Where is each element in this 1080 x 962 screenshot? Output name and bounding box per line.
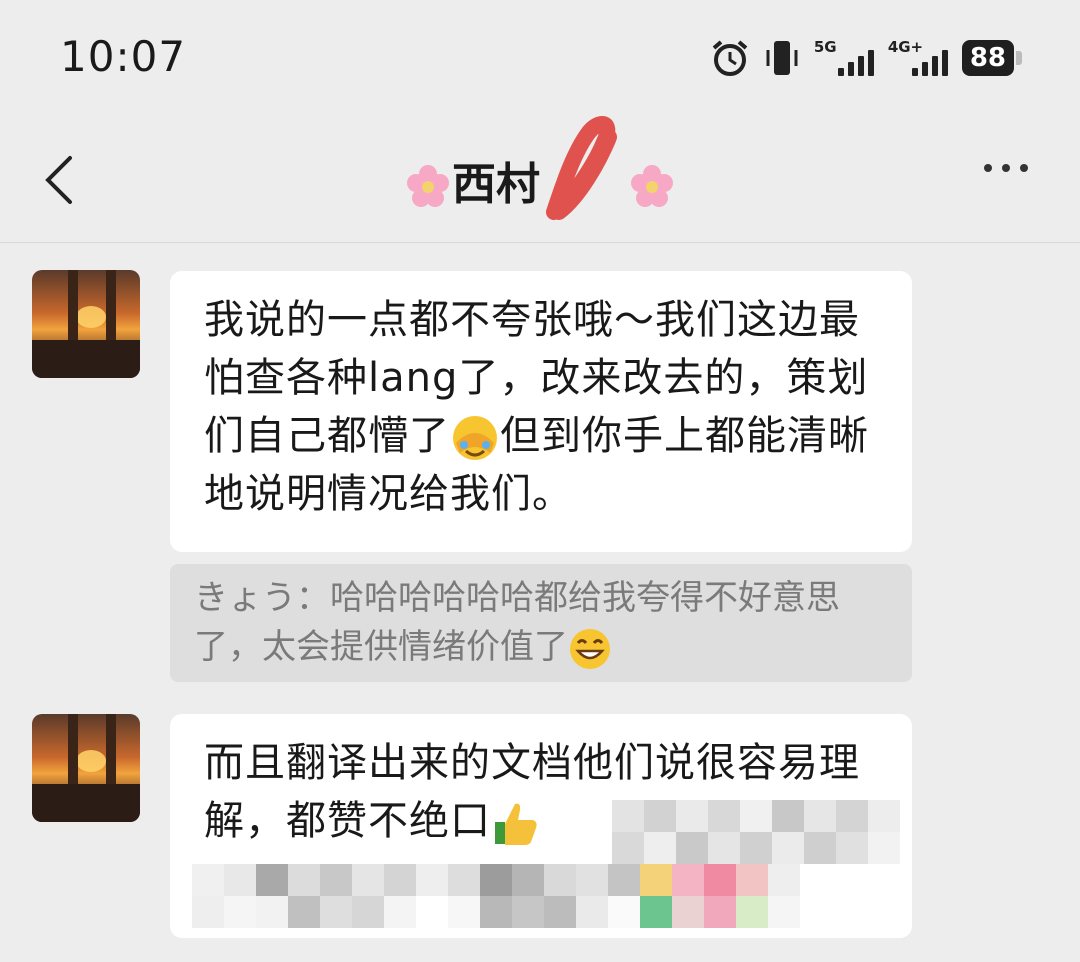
pixelated-redaction [192, 864, 832, 928]
quoted-message[interactable]: きょう：哈哈哈哈哈哈都给我夸得不好意思了，太会提供情绪价值了 [170, 564, 912, 682]
thumbs-up-emoji [495, 803, 537, 845]
signal-icon-5g: 5G [814, 38, 874, 78]
vibrate-icon [766, 41, 798, 75]
signal-icon-4g: 4G+ [888, 38, 948, 78]
pixelated-redaction [612, 800, 900, 864]
battery-icon: 88 [961, 40, 1022, 76]
status-time: 10:07 [60, 32, 187, 81]
chat-title-text: 西村 [452, 159, 540, 210]
chat-header: 西村 [0, 116, 1080, 243]
face-palm-emoji [453, 416, 497, 460]
message-bubble[interactable]: 我说的一点都不夸张哦～我们这边最怕查各种lang了，改来改去的，策划们自己都懵了… [170, 271, 912, 552]
status-bar: 10:07 5G 4G+ 88 [0, 0, 1080, 118]
quote-separator: ： [296, 578, 330, 618]
avatar[interactable] [32, 714, 140, 822]
status-icons: 5G 4G+ 88 [710, 38, 1022, 78]
chat-title: 西村 [0, 116, 1080, 222]
alarm-icon [712, 40, 748, 76]
quote-author: きょう [194, 578, 296, 618]
battery-level: 88 [961, 40, 1014, 76]
cherry-blossom-icon [407, 165, 449, 207]
grinning-emoji [570, 628, 610, 669]
cherry-blossom-icon [631, 165, 673, 207]
avatar[interactable] [32, 270, 140, 378]
redaction-scribble [546, 116, 617, 220]
more-options-icon[interactable] [984, 164, 1028, 172]
